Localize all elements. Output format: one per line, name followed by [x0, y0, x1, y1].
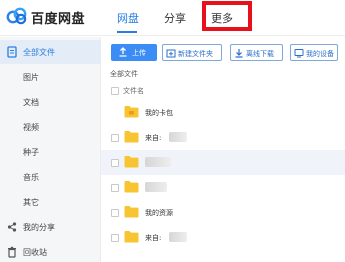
top-bar: 百度网盘 网盘 分享 更多 — [0, 0, 345, 36]
sidebar-item-label: 回收站 — [23, 248, 47, 257]
trash-icon — [8, 246, 16, 258]
upload-icon — [119, 47, 127, 57]
file-name: 来自: — [145, 234, 162, 242]
offline-download-button[interactable]: 离线下载 — [230, 44, 283, 61]
tab-share[interactable]: 分享 — [164, 10, 186, 26]
folder-icon — [124, 156, 139, 168]
baidu-netdisk-window: 百度网盘 网盘 分享 更多 全部文件 图片 文档 视频 种子 音乐 其它 我的分… — [0, 0, 345, 262]
list-item[interactable]: 我的卡包 — [101, 100, 345, 125]
file-name: 我的资源 — [145, 209, 173, 217]
device-icon — [294, 49, 304, 58]
sidebar-item-images[interactable]: 图片 — [0, 65, 101, 89]
sidebar-item-my-shares[interactable]: 我的分享 — [0, 215, 101, 239]
select-all-checkbox[interactable] — [111, 87, 119, 95]
folder-icon — [124, 206, 139, 218]
file-icon — [7, 46, 17, 58]
folder-icon — [124, 231, 139, 243]
file-list-header: 文件名 — [101, 84, 345, 98]
row-checkbox[interactable] — [111, 134, 119, 142]
sidebar-item-music[interactable]: 音乐 — [0, 165, 101, 189]
sidebar-item-label: 其它 — [23, 198, 39, 207]
list-item[interactable]: 来自: — [101, 125, 345, 150]
sidebar-item-label: 图片 — [23, 73, 39, 82]
download-icon — [235, 49, 243, 58]
list-item[interactable] — [101, 175, 345, 200]
new-folder-icon — [166, 49, 176, 58]
list-item[interactable]: 我的资源 — [101, 200, 345, 225]
brand-name: 百度网盘 — [31, 12, 86, 27]
list-item[interactable] — [101, 150, 345, 175]
redacted-text — [169, 232, 187, 242]
my-devices-button-label: 我的设备 — [306, 50, 334, 58]
active-tab-underline — [117, 31, 137, 33]
sidebar-item-label: 种子 — [23, 148, 39, 157]
folder-icon — [124, 131, 139, 143]
folder-icon — [124, 181, 139, 193]
new-folder-button-label: 新建文件夹 — [178, 50, 213, 58]
sidebar: 全部文件 图片 文档 视频 种子 音乐 其它 我的分享 回收站 — [0, 37, 101, 262]
sidebar-item-torrents[interactable]: 种子 — [0, 140, 101, 164]
sidebar-item-label: 文档 — [23, 98, 39, 107]
sidebar-item-all-files[interactable]: 全部文件 — [0, 40, 101, 64]
sidebar-item-recycle-bin[interactable]: 回收站 — [0, 240, 101, 262]
breadcrumb[interactable]: 全部文件 — [110, 69, 138, 79]
row-checkbox[interactable] — [111, 159, 119, 167]
folder-icon — [124, 106, 139, 118]
filename-column-header[interactable]: 文件名 — [123, 86, 144, 96]
my-devices-button[interactable]: 我的设备 — [290, 44, 338, 61]
row-checkbox[interactable] — [111, 209, 119, 217]
sidebar-item-label: 全部文件 — [23, 48, 55, 57]
offline-download-button-label: 离线下载 — [246, 50, 274, 58]
redacted-text — [169, 132, 187, 142]
red-highlight-box — [202, 1, 252, 31]
baidu-cloud-logo-icon — [6, 7, 27, 25]
redacted-text — [145, 157, 171, 167]
upload-button[interactable]: 上传 — [111, 44, 157, 61]
row-checkbox[interactable] — [111, 184, 119, 192]
row-checkbox[interactable] — [111, 234, 119, 242]
file-name: 我的卡包 — [145, 109, 173, 117]
redacted-text — [145, 182, 167, 192]
tab-netdisk[interactable]: 网盘 — [117, 10, 139, 26]
list-item[interactable]: 来自: — [101, 225, 345, 250]
new-folder-button[interactable]: 新建文件夹 — [162, 44, 222, 61]
sidebar-item-others[interactable]: 其它 — [0, 190, 101, 214]
sidebar-item-label: 我的分享 — [23, 223, 55, 232]
share-icon — [7, 222, 17, 232]
sidebar-item-videos[interactable]: 视频 — [0, 115, 101, 139]
sidebar-item-label: 音乐 — [23, 173, 39, 182]
file-name: 来自: — [145, 134, 162, 142]
sidebar-item-label: 视频 — [23, 123, 39, 132]
sidebar-item-documents[interactable]: 文档 — [0, 90, 101, 114]
upload-button-label: 上传 — [132, 49, 146, 57]
